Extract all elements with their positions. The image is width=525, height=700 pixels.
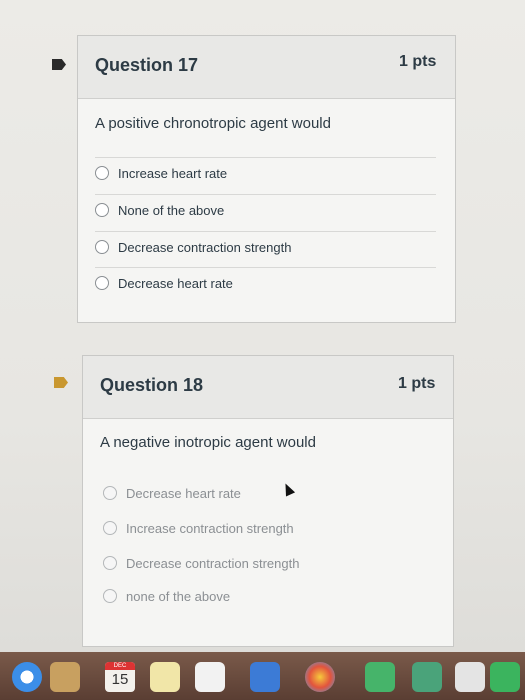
answer-label: Increase heart rate <box>118 165 228 181</box>
answer-label: Increase contraction strength <box>126 520 294 536</box>
radio-icon[interactable] <box>95 166 109 180</box>
question-18-answer-2[interactable]: Increase contraction strength <box>103 513 433 543</box>
notes-icon[interactable] <box>150 662 180 692</box>
answer-label: Decrease heart rate <box>118 275 233 291</box>
question-17-card: Question 17 1 pts A positive chronotropi… <box>77 35 456 323</box>
answer-label: none of the above <box>126 588 231 604</box>
radio-icon[interactable] <box>103 556 117 570</box>
question-17-title: Question 17 <box>95 55 199 75</box>
radio-icon[interactable] <box>103 486 117 500</box>
radio-icon[interactable] <box>103 589 117 603</box>
question-18-answer-4[interactable]: none of the above <box>103 581 433 611</box>
radio-icon[interactable] <box>103 521 117 535</box>
question-18-points: 1 pts <box>398 375 436 392</box>
answer-label: None of the above <box>118 202 225 218</box>
calendar-day: 15 <box>111 671 129 688</box>
question-17-prompt: A positive chronotropic agent would <box>95 115 331 132</box>
question-18-answer-1[interactable]: Decrease heart rate <box>103 478 433 508</box>
radio-icon[interactable] <box>95 276 109 290</box>
safari-icon[interactable] <box>12 662 42 692</box>
question-17-points: 1 pts <box>399 53 437 70</box>
numbers-icon[interactable] <box>490 662 520 692</box>
question-17-answer-3[interactable]: Decrease contraction strength <box>95 231 436 262</box>
question-18-prompt: A negative inotropic agent would <box>100 434 316 451</box>
app-icon[interactable] <box>412 662 442 692</box>
question-18-title: Question 18 <box>100 375 204 395</box>
question-17-answer-1[interactable]: Increase heart rate <box>95 157 436 188</box>
answer-label: Decrease heart rate <box>126 485 241 501</box>
answer-label: Decrease contraction strength <box>126 555 300 571</box>
question-18-card: Question 18 1 pts A negative inotropic a… <box>82 355 454 647</box>
question-18-answer-3[interactable]: Decrease contraction strength <box>103 548 433 578</box>
reminders-icon[interactable] <box>195 662 225 692</box>
keynote-icon[interactable] <box>250 662 280 692</box>
calendar-month: DEC <box>105 662 135 670</box>
messages-icon[interactable] <box>365 662 395 692</box>
question-17-answer-4[interactable]: Decrease heart rate <box>95 267 436 298</box>
radio-icon[interactable] <box>95 203 109 217</box>
radio-icon[interactable] <box>95 240 109 254</box>
app-icon[interactable] <box>455 662 485 692</box>
answer-label: Decrease contraction strength <box>118 239 292 255</box>
dock: DEC 15 <box>0 652 525 700</box>
calendar-icon[interactable]: DEC 15 <box>105 662 135 692</box>
question-17-answer-2[interactable]: None of the above <box>95 194 436 225</box>
photos-icon[interactable] <box>305 662 335 692</box>
app-icon[interactable] <box>50 662 80 692</box>
